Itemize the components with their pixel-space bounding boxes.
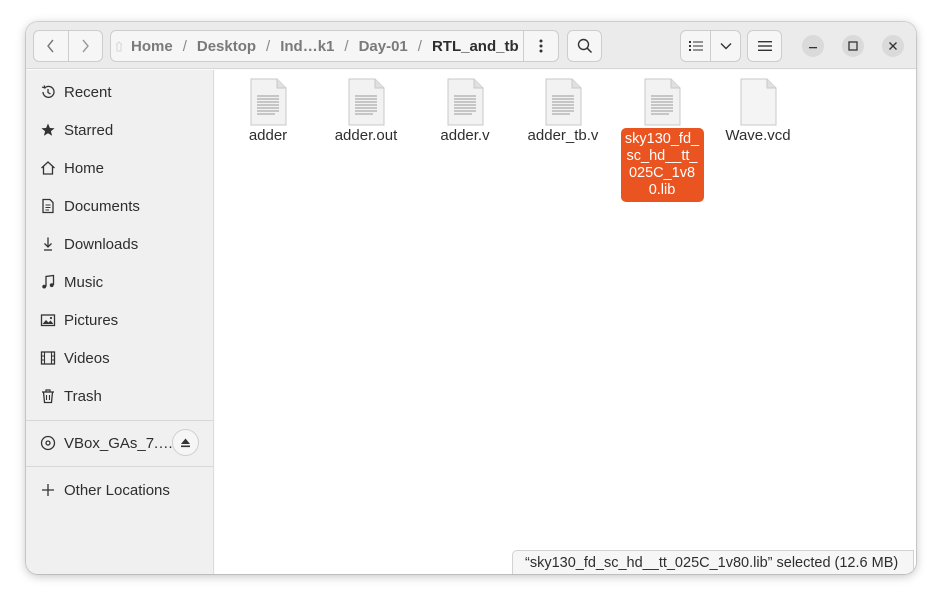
list-view-button[interactable]: [681, 31, 710, 61]
navigation-buttons: [33, 30, 103, 62]
star-icon: [39, 121, 57, 139]
text-file-icon: [545, 78, 582, 126]
close-button[interactable]: [882, 35, 904, 57]
text-file-icon: [348, 78, 385, 126]
sidebar-item-label: Pictures: [64, 311, 119, 329]
sidebar-item-downloads[interactable]: Downloads: [26, 225, 214, 263]
maximize-icon: [848, 41, 858, 51]
file-item-adder-tb-v[interactable]: adder_tb.v: [519, 78, 607, 144]
search-button[interactable]: [567, 30, 602, 62]
video-icon: [39, 349, 57, 367]
file-grid: adder adder.out adder.v adder_tb.v sky13…: [215, 70, 916, 574]
sidebar-item-label: Documents: [64, 197, 140, 215]
chevron-down-icon: [720, 43, 732, 50]
file-name: adder_tb.v: [527, 127, 599, 144]
list-view-icon: [688, 41, 703, 51]
sidebar-item-home[interactable]: Home: [26, 149, 214, 187]
sidebar-item-label: Recent: [64, 83, 112, 101]
sidebar-item-documents[interactable]: Documents: [26, 187, 214, 225]
file-item-wave-vcd[interactable]: Wave.vcd: [714, 78, 802, 144]
home-icon: [39, 159, 57, 177]
file-item-adder-out[interactable]: adder.out: [322, 78, 410, 144]
hamburger-menu-icon: [757, 41, 772, 51]
home-icon: [115, 41, 123, 52]
header-bar: Home / Desktop / Ind…k1 / Day-01 / RTL_a…: [26, 22, 916, 69]
selection-status-bar: “sky130_fd_sc_hd__tt_025C_1v80.lib” sele…: [512, 550, 914, 574]
sidebar-item-label: Music: [64, 273, 104, 291]
more-vertical-icon: [539, 39, 543, 53]
sidebar-item-label: Home: [64, 159, 105, 177]
plus-icon: [39, 481, 57, 499]
breadcrumb-home[interactable]: Home: [129, 38, 175, 55]
view-toggle-group: [680, 30, 741, 62]
forward-button[interactable]: [67, 31, 102, 61]
maximize-button[interactable]: [842, 35, 864, 57]
file-manager-window: Home / Desktop / Ind…k1 / Day-01 / RTL_a…: [26, 22, 916, 574]
sidebar-item-label: Other Locations: [64, 481, 170, 499]
breadcrumb-desktop[interactable]: Desktop: [195, 38, 258, 55]
main-menu-button[interactable]: [747, 30, 782, 62]
sidebar-item-label: Starred: [64, 121, 114, 139]
sidebar-item-label: Videos: [64, 349, 110, 367]
chevron-right-icon: [82, 39, 90, 53]
breadcrumb-day-01[interactable]: Day-01: [357, 38, 410, 55]
minimize-button[interactable]: [802, 35, 824, 57]
breadcrumb-ind-k1[interactable]: Ind…k1: [278, 38, 336, 55]
file-item-adder-v[interactable]: adder.v: [421, 78, 509, 144]
text-file-icon: [250, 78, 287, 126]
sidebar-divider: [26, 420, 214, 421]
file-name-selected: sky130_fd_sc_hd__tt_025C_1v80.lib: [620, 128, 704, 202]
sidebar-item-recent[interactable]: Recent: [26, 73, 214, 111]
path-menu-button[interactable]: [523, 31, 558, 61]
sidebar-divider: [26, 466, 214, 467]
sidebar-item-label: Trash: [64, 387, 102, 405]
blank-file-icon: [740, 78, 777, 126]
clock-icon: [39, 83, 57, 101]
sidebar: Recent Starred Home Documents Downloads …: [26, 70, 214, 574]
text-file-icon: [447, 78, 484, 126]
search-icon: [577, 38, 592, 54]
sidebar-item-starred[interactable]: Starred: [26, 111, 214, 149]
disc-icon: [39, 434, 57, 452]
download-icon: [39, 235, 57, 253]
minimize-icon: [809, 47, 817, 49]
close-icon: [889, 42, 897, 50]
back-button[interactable]: [34, 31, 68, 61]
file-name: adder: [248, 127, 288, 144]
picture-icon: [39, 311, 57, 329]
sidebar-item-music[interactable]: Music: [26, 263, 214, 301]
file-item-sky130-lib[interactable]: sky130_fd_sc_hd__tt_025C_1v80.lib: [618, 78, 706, 202]
text-file-icon: [644, 78, 681, 126]
sidebar-item-vbox-device[interactable]: VBox_GAs_7.…: [26, 424, 214, 462]
file-name: Wave.vcd: [725, 127, 791, 144]
path-bar: Home / Desktop / Ind…k1 / Day-01 / RTL_a…: [110, 30, 559, 62]
sidebar-item-other-locations[interactable]: Other Locations: [26, 471, 214, 509]
document-icon: [39, 197, 57, 215]
file-item-adder[interactable]: adder: [224, 78, 312, 144]
sidebar-item-trash[interactable]: Trash: [26, 377, 214, 415]
file-name: adder.out: [334, 127, 398, 144]
sidebar-item-pictures[interactable]: Pictures: [26, 301, 214, 339]
eject-icon: [181, 438, 190, 447]
sidebar-item-videos[interactable]: Videos: [26, 339, 214, 377]
breadcrumb-current-folder[interactable]: RTL_and_tb: [430, 38, 521, 55]
view-options-dropdown[interactable]: [710, 31, 740, 61]
sidebar-item-label: VBox_GAs_7.…: [64, 434, 174, 452]
trash-icon: [39, 387, 57, 405]
file-name: adder.v: [440, 127, 490, 144]
music-icon: [39, 273, 57, 291]
sidebar-item-label: Downloads: [64, 235, 139, 253]
chevron-left-icon: [47, 39, 54, 53]
eject-button[interactable]: [172, 429, 199, 456]
